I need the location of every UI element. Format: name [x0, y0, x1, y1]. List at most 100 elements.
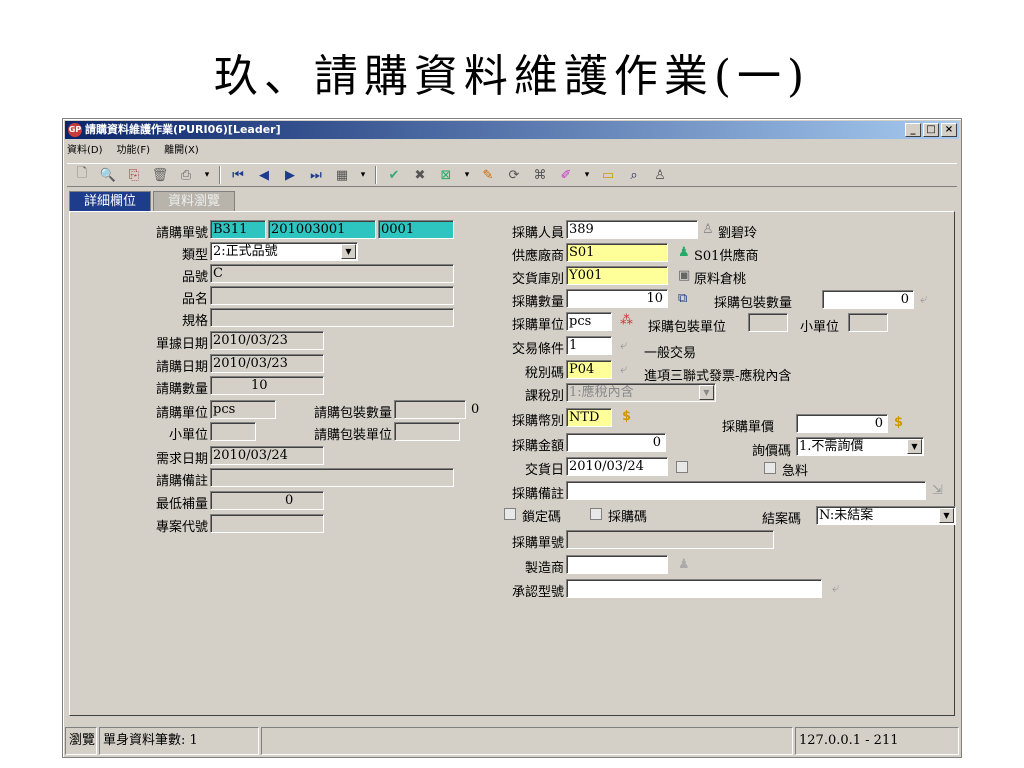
- small-unit-field[interactable]: [210, 422, 256, 441]
- currency-field[interactable]: NTD: [566, 408, 612, 427]
- menu-function[interactable]: 功能(F): [117, 141, 151, 157]
- pack-qty-field[interactable]: 0: [394, 400, 479, 419]
- doc-date-field[interactable]: 2010/03/23: [210, 331, 324, 350]
- confirm-icon[interactable]: ✔: [383, 165, 405, 185]
- po-no-field[interactable]: [566, 530, 774, 549]
- req-qty-field[interactable]: 10: [210, 376, 324, 395]
- po-code-checkbox[interactable]: [590, 508, 602, 520]
- chevron-down-icon[interactable]: ▼: [341, 244, 356, 259]
- close-code-select[interactable]: N:未結案 ▼: [816, 506, 956, 525]
- item-no-field[interactable]: C: [210, 264, 454, 283]
- minimize-icon[interactable]: _: [905, 123, 921, 137]
- req-note-label: 請購備註: [155, 474, 208, 489]
- tab-details[interactable]: 詳細欄位: [69, 191, 152, 211]
- maker-lookup-icon[interactable]: ♟: [678, 556, 690, 574]
- next-record-icon[interactable]: ▶: [279, 165, 301, 185]
- spec-field[interactable]: [210, 308, 454, 327]
- menu-exit[interactable]: 離開(X): [164, 141, 199, 157]
- pack-calc-icon[interactable]: ⧉: [678, 290, 687, 308]
- req-no-seq-field[interactable]: 0001: [378, 220, 454, 239]
- urgent-checkbox[interactable]: [764, 462, 776, 474]
- cancel-icon[interactable]: ✖: [409, 165, 431, 185]
- search-icon[interactable]: ⌕: [623, 165, 645, 185]
- chevron-down-icon[interactable]: ▼: [907, 439, 922, 454]
- approved-model-label: 承認型號: [511, 585, 564, 600]
- po-note-field[interactable]: [566, 481, 926, 500]
- req-unit-field[interactable]: pcs: [210, 400, 276, 419]
- lock-checkbox[interactable]: [504, 508, 516, 520]
- maker-field[interactable]: [566, 555, 668, 574]
- close-icon[interactable]: ×: [941, 123, 957, 137]
- window-controls: _ □ ×: [905, 123, 957, 137]
- po-small-unit-field[interactable]: [848, 313, 888, 332]
- terms-field[interactable]: 1: [566, 336, 612, 355]
- model-zoom-icon[interactable]: ⤶: [832, 580, 839, 598]
- delete-icon[interactable]: 🗑: [149, 165, 171, 185]
- folder-icon[interactable]: ▭: [597, 165, 619, 185]
- need-date-field[interactable]: 2010/03/24: [210, 446, 324, 465]
- type-select[interactable]: 2:正式品號 ▼: [210, 242, 358, 261]
- refresh-icon[interactable]: ⟳: [503, 165, 525, 185]
- excel-dropdown-icon[interactable]: ▾: [461, 165, 473, 185]
- copy-icon[interactable]: ⎘: [123, 165, 145, 185]
- min-replenish-label: 最低補量: [155, 497, 208, 512]
- delivery-check[interactable]: [676, 461, 688, 473]
- price-icon[interactable]: $: [894, 414, 903, 432]
- query-icon[interactable]: 🔍: [97, 165, 119, 185]
- min-replenish-field[interactable]: 0: [210, 491, 324, 510]
- menu-data[interactable]: 資料(D): [67, 141, 103, 157]
- chevron-down-icon[interactable]: ▼: [939, 508, 954, 523]
- first-record-icon[interactable]: ⏮: [227, 165, 249, 185]
- tax-type-select[interactable]: 1:應稅內含 ▼: [566, 383, 716, 402]
- tools-icon[interactable]: ✎: [477, 165, 499, 185]
- excel-icon[interactable]: ⊠: [435, 165, 457, 185]
- delivery-field[interactable]: 2010/03/24: [566, 457, 668, 476]
- toolbar: 🗋 🔍 ⎘ 🗑 ⎙ ▾ ⏮ ◀ ▶ ⏭ ▦ ▾ ✔ ✖ ⊠ ▾ ✎ ⟳ ⌘ ✐ …: [67, 163, 957, 187]
- grid-icon[interactable]: ▦: [331, 165, 353, 185]
- inquiry-select[interactable]: 1.不需詢價 ▼: [796, 437, 924, 456]
- project-field[interactable]: [210, 514, 324, 533]
- maximize-icon[interactable]: □: [923, 123, 939, 137]
- tax-zoom-icon[interactable]: ⤶: [620, 361, 627, 379]
- tax-code-field[interactable]: P04: [566, 360, 612, 379]
- pack-unit-field[interactable]: [394, 422, 460, 441]
- print-dropdown-icon[interactable]: ▾: [201, 165, 213, 185]
- buyer-field[interactable]: 389: [566, 220, 698, 239]
- pen-dropdown-icon[interactable]: ▾: [581, 165, 593, 185]
- item-name-field[interactable]: [210, 286, 454, 305]
- chevron-down-icon[interactable]: ▼: [699, 385, 714, 400]
- inquiry-value: 1.不需詢價: [799, 439, 864, 454]
- warehouse-field[interactable]: Y001: [566, 266, 668, 285]
- person-icon[interactable]: ♙: [702, 221, 714, 239]
- req-note-field[interactable]: [210, 468, 454, 487]
- zoom-icon[interactable]: ⤶: [920, 291, 927, 309]
- tab-browse[interactable]: 資料瀏覽: [153, 191, 236, 211]
- po-pack-qty-field[interactable]: 0: [822, 290, 914, 309]
- pen-icon[interactable]: ✐: [555, 165, 577, 185]
- need-date-label: 需求日期: [155, 452, 208, 467]
- prev-record-icon[interactable]: ◀: [253, 165, 275, 185]
- print-icon[interactable]: ⎙: [175, 165, 197, 185]
- po-unit-field[interactable]: pcs: [566, 312, 612, 331]
- grid-dropdown-icon[interactable]: ▾: [357, 165, 369, 185]
- po-qty-field[interactable]: 10: [566, 289, 668, 308]
- po-pack-unit-field[interactable]: [748, 313, 788, 332]
- user-icon[interactable]: ♙: [649, 165, 671, 185]
- req-no-prefix-field[interactable]: B311: [210, 220, 266, 239]
- last-record-icon[interactable]: ⏭: [305, 165, 327, 185]
- new-icon[interactable]: 🗋: [71, 165, 93, 185]
- unit-convert-icon[interactable]: ⁂: [620, 312, 633, 330]
- approved-model-field[interactable]: [566, 579, 822, 598]
- vendor-name: S01供應商: [694, 249, 759, 264]
- currency-icon[interactable]: $: [622, 408, 631, 426]
- vendor-lookup-icon[interactable]: ♟: [678, 244, 690, 262]
- req-no-main-field[interactable]: 201003001: [268, 220, 376, 239]
- filter-icon[interactable]: ⌘: [529, 165, 551, 185]
- terms-zoom-icon[interactable]: ⤶: [620, 337, 627, 355]
- amount-field[interactable]: 0: [566, 433, 666, 452]
- vendor-field[interactable]: S01: [566, 243, 668, 262]
- warehouse-lookup-icon[interactable]: ▣: [678, 267, 690, 285]
- req-date-field[interactable]: 2010/03/23: [210, 354, 324, 373]
- unit-price-field[interactable]: 0: [796, 414, 888, 433]
- note-expand-icon[interactable]: ⇲: [932, 482, 943, 500]
